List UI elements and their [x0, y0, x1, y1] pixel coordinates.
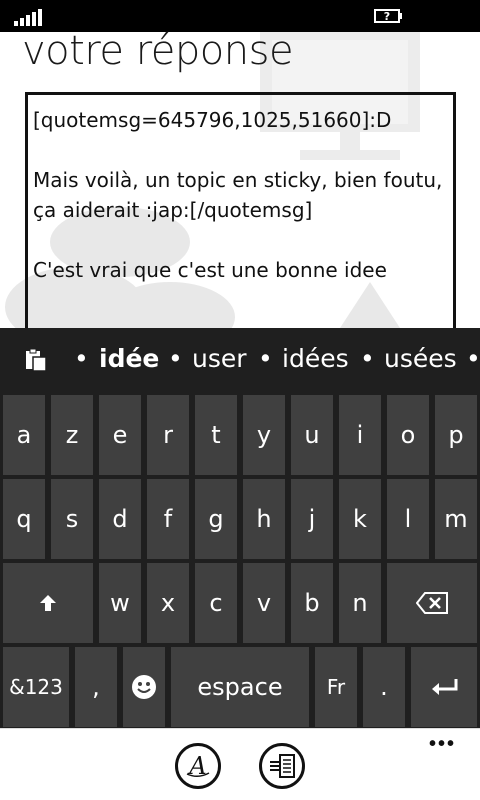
- key[interactable]: p: [435, 395, 477, 475]
- suggestion-item[interactable]: user: [192, 344, 247, 373]
- key[interactable]: j: [291, 479, 333, 559]
- battery-unknown-icon: ?: [374, 9, 402, 23]
- suggestion-separator: •: [258, 344, 273, 373]
- key[interactable]: x: [147, 563, 189, 643]
- key[interactable]: d: [99, 479, 141, 559]
- suggestion-item[interactable]: idées: [282, 344, 349, 373]
- text-format-icon: A: [186, 752, 210, 780]
- key[interactable]: s: [51, 479, 93, 559]
- key[interactable]: k: [339, 479, 381, 559]
- backspace-key[interactable]: [387, 563, 477, 643]
- suggestion-separator: •: [466, 344, 480, 373]
- space-key[interactable]: espace: [171, 647, 309, 727]
- page-title: votre réponse: [22, 28, 294, 74]
- key[interactable]: l: [387, 479, 429, 559]
- suggestion-separator: •: [360, 344, 375, 373]
- reply-textarea[interactable]: [quotemsg=645796,1025,51660]:D Mais voil…: [25, 92, 456, 332]
- key[interactable]: h: [243, 479, 285, 559]
- key[interactable]: q: [3, 479, 45, 559]
- key[interactable]: z: [51, 395, 93, 475]
- quote-icon: [270, 754, 295, 778]
- key[interactable]: r: [147, 395, 189, 475]
- suggestion-separator: •: [168, 344, 183, 373]
- svg-text:?: ?: [384, 10, 390, 23]
- key[interactable]: a: [3, 395, 45, 475]
- reply-line: [quotemsg=645796,1025,51660]:D: [33, 108, 392, 132]
- enter-icon: [432, 679, 458, 695]
- quote-button[interactable]: [259, 743, 305, 789]
- key[interactable]: g: [195, 479, 237, 559]
- period-key[interactable]: .: [363, 647, 405, 727]
- key[interactable]: t: [195, 395, 237, 475]
- key[interactable]: n: [339, 563, 381, 643]
- key[interactable]: f: [147, 479, 189, 559]
- clipboard-icon[interactable]: [24, 348, 48, 372]
- backspace-icon: [416, 592, 448, 614]
- emoji-icon: [132, 675, 156, 699]
- key[interactable]: y: [243, 395, 285, 475]
- key[interactable]: u: [291, 395, 333, 475]
- numbers-key[interactable]: &123: [3, 647, 69, 727]
- key[interactable]: m: [435, 479, 477, 559]
- key[interactable]: i: [339, 395, 381, 475]
- key[interactable]: b: [291, 563, 333, 643]
- key[interactable]: v: [243, 563, 285, 643]
- signal-strength-icon: [14, 8, 44, 26]
- suggestion-item[interactable]: usées: [384, 344, 457, 373]
- key[interactable]: o: [387, 395, 429, 475]
- emoji-key[interactable]: [123, 647, 165, 727]
- text-format-button[interactable]: A: [175, 743, 221, 789]
- suggestion-separator: •: [74, 344, 89, 373]
- key[interactable]: w: [99, 563, 141, 643]
- shift-icon: [40, 595, 56, 611]
- enter-key[interactable]: [411, 647, 477, 727]
- keyboard: a z e r t y u i o p q s d f g h j k l m …: [0, 392, 480, 728]
- reply-line: Mais voilà, un topic en sticky, bien fou…: [33, 168, 449, 222]
- comma-key[interactable]: ,: [75, 647, 117, 727]
- more-options-button[interactable]: •••: [429, 733, 456, 756]
- key[interactable]: e: [99, 395, 141, 475]
- reply-line: C'est vrai que c'est une bonne idee: [33, 258, 387, 282]
- suggestion-bar: • idée • user • idées • usées •: [0, 328, 480, 392]
- shift-key[interactable]: [3, 563, 93, 643]
- suggestion-item[interactable]: idée: [99, 344, 159, 373]
- language-key[interactable]: Fr: [315, 647, 357, 727]
- app-bar: A •••: [0, 728, 480, 800]
- key[interactable]: c: [195, 563, 237, 643]
